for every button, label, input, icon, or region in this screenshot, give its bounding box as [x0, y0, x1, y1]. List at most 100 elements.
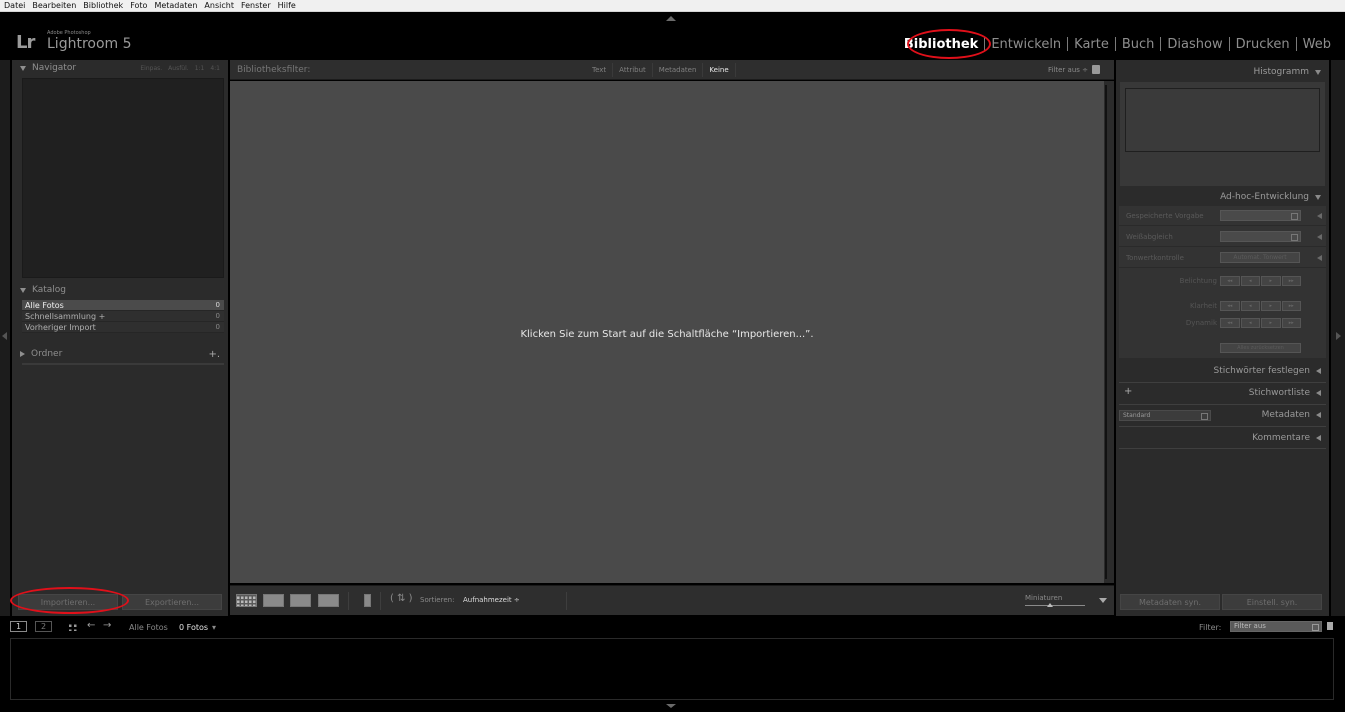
add-folder-icon[interactable]: +.: [208, 349, 220, 360]
filter-tab-metadaten[interactable]: Metadaten: [653, 63, 704, 77]
grid-view[interactable]: Klicken Sie zum Start auf die Schaltfläc…: [230, 81, 1104, 583]
compare-view-icon[interactable]: [290, 594, 311, 607]
sort-select[interactable]: Aufnahmezeit ÷: [463, 596, 520, 604]
zoom-1-1[interactable]: 1:1: [195, 65, 205, 72]
slider-knob-icon[interactable]: [1047, 603, 1053, 607]
keyword-list-header[interactable]: + Stichwortliste: [1116, 385, 1329, 401]
zoom-4-1[interactable]: 4:1: [210, 65, 220, 72]
menu-hilfe[interactable]: Hilfe: [278, 0, 296, 12]
menu-metadaten[interactable]: Metadaten: [154, 0, 197, 12]
import-button[interactable]: Importieren...: [18, 594, 118, 610]
forward-arrow-icon[interactable]: →: [103, 621, 111, 631]
collapse-arrow-icon[interactable]: [1317, 255, 1322, 261]
step-up[interactable]: ▸: [1261, 318, 1281, 328]
module-karte[interactable]: Karte: [1068, 37, 1115, 52]
exposure-stepper[interactable]: ◂◂ ◂ ▸ ▸▸: [1220, 276, 1301, 286]
loupe-view-icon[interactable]: [263, 594, 284, 607]
filmstrip-source[interactable]: Alle Fotos: [129, 623, 168, 632]
white-balance-select[interactable]: [1220, 231, 1301, 242]
step-down-large[interactable]: ◂◂: [1220, 318, 1240, 328]
add-keyword-icon[interactable]: +: [1124, 386, 1132, 397]
clarity-stepper[interactable]: ◂◂ ◂ ▸ ▸▸: [1220, 301, 1301, 311]
step-up[interactable]: ▸: [1261, 301, 1281, 311]
filter-tab-text[interactable]: Text: [586, 63, 614, 77]
zoom-fill[interactable]: Ausfül.: [168, 65, 189, 72]
window-1-button[interactable]: 1: [10, 621, 27, 632]
katalog-item-vorheriger-import[interactable]: Vorheriger Import 0: [22, 322, 224, 333]
filter-tab-attribut[interactable]: Attribut: [613, 63, 653, 77]
module-buch[interactable]: Buch: [1116, 37, 1161, 52]
menu-bibliothek[interactable]: Bibliothek: [83, 0, 123, 12]
module-drucken[interactable]: Drucken: [1230, 37, 1296, 52]
collapse-bottom-panel-icon[interactable]: [666, 704, 676, 708]
triangle-left-icon: [1316, 435, 1321, 441]
filmstrip[interactable]: [10, 638, 1334, 700]
module-web[interactable]: Web: [1297, 37, 1337, 52]
step-down[interactable]: ◂: [1240, 301, 1260, 311]
filter-preset[interactable]: Filter aus ÷: [1048, 65, 1100, 74]
step-down-large[interactable]: ◂◂: [1220, 276, 1240, 286]
grid-scrollbar[interactable]: [1104, 81, 1114, 583]
window-2-button[interactable]: 2: [35, 621, 52, 632]
menu-ansicht[interactable]: Ansicht: [204, 0, 234, 12]
sort-direction-icon[interactable]: ( ⇅ ): [390, 593, 413, 604]
export-button[interactable]: Exportieren...: [122, 594, 222, 610]
auto-tone-button[interactable]: Automat. Tonwert: [1220, 252, 1300, 263]
module-entwickeln[interactable]: Entwickeln: [985, 37, 1067, 52]
adhoc-header[interactable]: Ad-hoc-Entwicklung: [1116, 189, 1329, 205]
left-panel-edge[interactable]: [0, 60, 10, 616]
vibrance-stepper[interactable]: ◂◂ ◂ ▸ ▸▸: [1220, 318, 1301, 328]
step-up-large[interactable]: ▸▸: [1281, 318, 1301, 328]
histogram-header[interactable]: Histogramm: [1116, 64, 1329, 80]
step-up-large[interactable]: ▸▸: [1281, 301, 1301, 311]
menu-fenster[interactable]: Fenster: [241, 0, 271, 12]
katalog-item-alle-fotos[interactable]: Alle Fotos 0: [22, 300, 224, 311]
scrollbar-track[interactable]: [1105, 85, 1107, 579]
sync-settings-button[interactable]: Einstell. syn.: [1222, 594, 1322, 610]
expand-right-icon[interactable]: [1336, 332, 1341, 340]
collapse-top-panel-icon[interactable]: [666, 16, 676, 21]
keywording-header[interactable]: Stichwörter festlegen: [1116, 363, 1329, 379]
menu-datei[interactable]: Datei: [4, 0, 25, 12]
module-bibliothek[interactable]: Bibliothek: [898, 37, 984, 52]
collapse-arrow-icon[interactable]: [1317, 234, 1322, 240]
katalog-item-label: Vorheriger Import: [25, 322, 96, 332]
katalog-item-schnellsammlung[interactable]: Schnellsammlung + 0: [22, 311, 224, 322]
filmstrip-count[interactable]: 0 Fotos: [179, 623, 208, 632]
navigator-preview[interactable]: [22, 78, 224, 278]
filmstrip-filter-select[interactable]: Filter aus: [1230, 621, 1322, 632]
step-up[interactable]: ▸: [1261, 276, 1281, 286]
metadata-preset-select[interactable]: Standard: [1119, 410, 1211, 421]
filmstrip-count-caret-icon[interactable]: ▾: [212, 623, 216, 632]
grid-view-icon[interactable]: [236, 594, 257, 607]
zoom-fit[interactable]: Einpas.: [140, 65, 162, 72]
menu-bearbeiten[interactable]: Bearbeiten: [32, 0, 76, 12]
back-arrow-icon[interactable]: ←: [87, 621, 95, 631]
toolbar-menu-icon[interactable]: [1099, 598, 1107, 603]
saved-preset-select[interactable]: [1220, 210, 1301, 221]
sync-metadata-button[interactable]: Metadaten syn.: [1120, 594, 1220, 610]
expand-left-icon[interactable]: [2, 332, 7, 340]
step-down-large[interactable]: ◂◂: [1220, 301, 1240, 311]
ordner-header[interactable]: Ordner +.: [12, 346, 228, 362]
step-up-large[interactable]: ▸▸: [1281, 276, 1301, 286]
comments-header[interactable]: Kommentare: [1116, 430, 1329, 446]
filter-tab-keine[interactable]: Keine: [703, 63, 736, 77]
lock-icon[interactable]: [1092, 65, 1100, 74]
menu-foto[interactable]: Foto: [130, 0, 147, 12]
right-panel-edge[interactable]: [1331, 60, 1345, 616]
katalog-header[interactable]: Katalog: [12, 282, 228, 298]
collapse-arrow-icon[interactable]: [1317, 213, 1322, 219]
step-down[interactable]: ◂: [1240, 276, 1260, 286]
lock-icon[interactable]: [1327, 622, 1333, 630]
metadata-header[interactable]: Standard Metadaten: [1116, 407, 1329, 423]
right-panel: Histogramm Ad-hoc-Entwicklung Gespeicher…: [1116, 60, 1329, 616]
step-down[interactable]: ◂: [1240, 318, 1260, 328]
painter-icon[interactable]: [364, 594, 371, 607]
grid-view-icon[interactable]: [69, 622, 78, 631]
module-diashow[interactable]: Diashow: [1161, 37, 1228, 52]
survey-view-icon[interactable]: [318, 594, 339, 607]
navigator-header[interactable]: Navigator Einpas. Ausfül. 1:1 4:1: [12, 60, 228, 76]
thumbnail-size-slider[interactable]: [1025, 603, 1085, 607]
reset-all-button[interactable]: Alles zurücksetzen: [1220, 343, 1301, 353]
